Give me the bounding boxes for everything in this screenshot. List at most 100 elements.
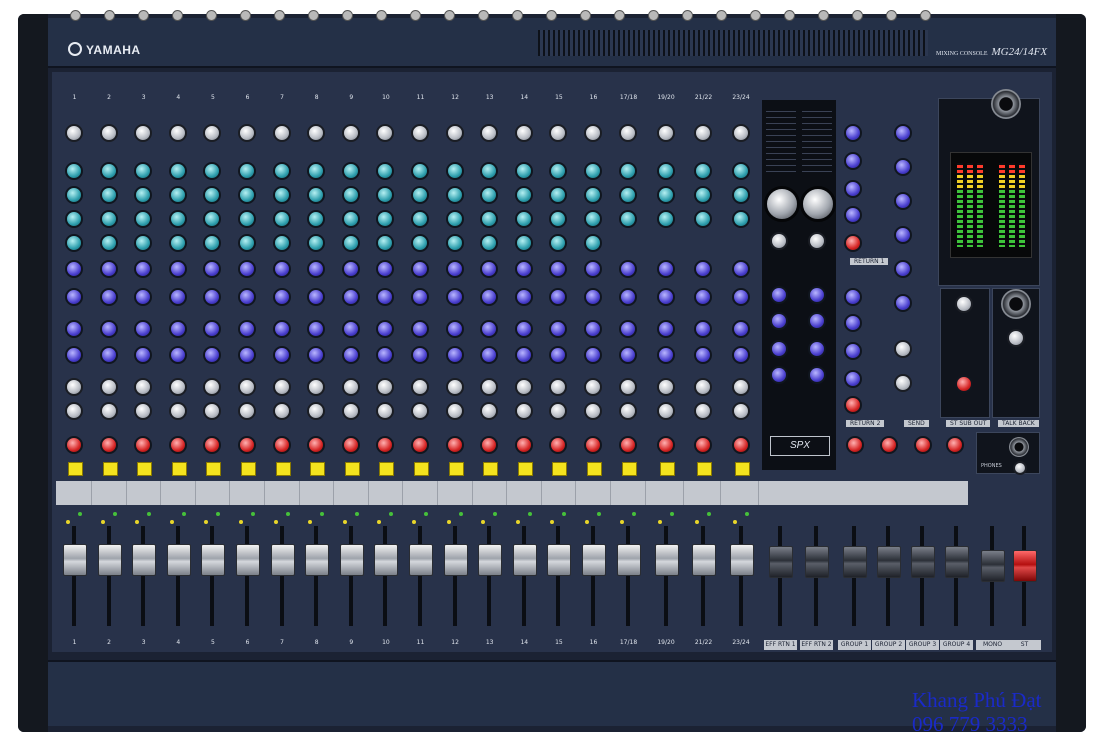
aux-send-knob[interactable]: [584, 288, 602, 306]
eq-knob[interactable]: [411, 186, 429, 204]
eq-knob[interactable]: [134, 234, 153, 252]
effect-send-knob[interactable]: [99, 378, 118, 396]
rear-jack[interactable]: [614, 10, 625, 21]
pan-knob[interactable]: [514, 402, 533, 420]
rear-jack[interactable]: [784, 10, 795, 21]
pan-knob[interactable]: [731, 402, 750, 420]
pan-knob[interactable]: [584, 402, 602, 420]
eq-knob[interactable]: [694, 162, 712, 180]
pan-knob[interactable]: [619, 402, 637, 420]
aux-send-knob[interactable]: [731, 346, 750, 364]
effect-send-knob[interactable]: [238, 378, 256, 396]
aux-send-knob[interactable]: [619, 320, 637, 338]
aux-send-knob[interactable]: [445, 260, 464, 278]
effect-send-knob[interactable]: [584, 378, 602, 396]
channel-on-button[interactable]: [483, 462, 499, 476]
channel-red-knob[interactable]: [445, 436, 464, 454]
effect-send-knob[interactable]: [272, 378, 291, 396]
channel-red-knob[interactable]: [65, 436, 83, 454]
aux-send-knob[interactable]: [203, 320, 222, 338]
eq-knob[interactable]: [514, 234, 533, 252]
rear-jack[interactable]: [478, 10, 489, 21]
eq-knob[interactable]: [307, 162, 326, 180]
effect-send-knob[interactable]: [341, 378, 360, 396]
channel-fader[interactable]: [654, 544, 679, 576]
aux-send-knob[interactable]: [656, 288, 675, 306]
channel-red-knob[interactable]: [584, 436, 602, 454]
channel-on-button[interactable]: [552, 462, 568, 476]
aux-send-knob[interactable]: [307, 346, 326, 364]
aux-send-knob[interactable]: [549, 288, 568, 306]
aux-send-knob[interactable]: [376, 288, 395, 306]
eq-knob[interactable]: [134, 186, 153, 204]
aux-send-knob[interactable]: [341, 288, 360, 306]
rear-jack[interactable]: [172, 10, 183, 21]
eq-knob[interactable]: [731, 162, 750, 180]
aux-send-knob[interactable]: [411, 320, 429, 338]
eq-knob[interactable]: [445, 210, 464, 228]
rear-jack[interactable]: [682, 10, 693, 21]
channel-red-knob[interactable]: [549, 436, 568, 454]
aux-send-knob[interactable]: [694, 288, 712, 306]
aux-send-knob[interactable]: [203, 346, 222, 364]
rear-jack[interactable]: [886, 10, 897, 21]
eq-knob[interactable]: [480, 210, 499, 228]
aux-send-knob[interactable]: [341, 346, 360, 364]
aux-send-knob[interactable]: [238, 320, 256, 338]
channel-on-button[interactable]: [310, 462, 326, 476]
channel-on-button[interactable]: [414, 462, 429, 476]
eq-knob[interactable]: [731, 186, 750, 204]
channel-red-knob[interactable]: [731, 436, 750, 454]
aux-send-knob[interactable]: [65, 346, 83, 364]
gain-knob[interactable]: [411, 124, 429, 142]
gain-knob[interactable]: [168, 124, 187, 142]
channel-fader[interactable]: [236, 544, 260, 576]
gain-knob[interactable]: [514, 124, 533, 142]
gain-knob[interactable]: [549, 124, 568, 142]
aux-send-knob[interactable]: [203, 288, 222, 306]
effect-send-knob[interactable]: [731, 378, 750, 396]
aux-send-knob[interactable]: [238, 346, 256, 364]
eq-knob[interactable]: [65, 210, 83, 228]
aux-send-knob[interactable]: [549, 260, 568, 278]
gain-knob[interactable]: [65, 124, 83, 142]
aux-send-knob[interactable]: [99, 320, 118, 338]
rear-jack[interactable]: [648, 10, 659, 21]
eq-knob[interactable]: [445, 186, 464, 204]
aux-send-knob[interactable]: [731, 260, 750, 278]
channel-on-button[interactable]: [517, 462, 533, 476]
aux-send-knob[interactable]: [514, 288, 533, 306]
aux-send-knob[interactable]: [584, 320, 602, 338]
aux-send-knob[interactable]: [272, 320, 291, 338]
eq-knob[interactable]: [65, 234, 83, 252]
aux-send-knob[interactable]: [411, 288, 429, 306]
channel-red-knob[interactable]: [341, 436, 360, 454]
channel-fader[interactable]: [166, 544, 191, 576]
channel-red-knob[interactable]: [376, 436, 395, 454]
gain-knob[interactable]: [134, 124, 153, 142]
aux-send-knob[interactable]: [445, 346, 464, 364]
channel-on-button[interactable]: [137, 462, 153, 476]
aux-send-knob[interactable]: [445, 320, 464, 338]
channel-red-knob[interactable]: [619, 436, 637, 454]
eq-knob[interactable]: [238, 234, 256, 252]
eq-knob[interactable]: [341, 162, 360, 180]
aux-send-knob[interactable]: [411, 260, 429, 278]
pan-knob[interactable]: [341, 402, 360, 420]
pan-knob[interactable]: [376, 402, 395, 420]
eq-knob[interactable]: [656, 186, 675, 204]
eq-knob[interactable]: [480, 186, 499, 204]
eq-knob[interactable]: [99, 162, 118, 180]
eq-knob[interactable]: [168, 210, 187, 228]
eq-knob[interactable]: [99, 210, 118, 228]
rear-jack[interactable]: [308, 10, 319, 21]
eq-knob[interactable]: [514, 162, 533, 180]
pan-knob[interactable]: [203, 402, 222, 420]
channel-on-button[interactable]: [379, 462, 395, 476]
eq-knob[interactable]: [584, 210, 602, 228]
channel-on-button[interactable]: [102, 462, 118, 476]
eq-knob[interactable]: [238, 210, 256, 228]
eq-knob[interactable]: [65, 186, 83, 204]
gain-knob[interactable]: [480, 124, 499, 142]
gain-knob[interactable]: [376, 124, 395, 142]
